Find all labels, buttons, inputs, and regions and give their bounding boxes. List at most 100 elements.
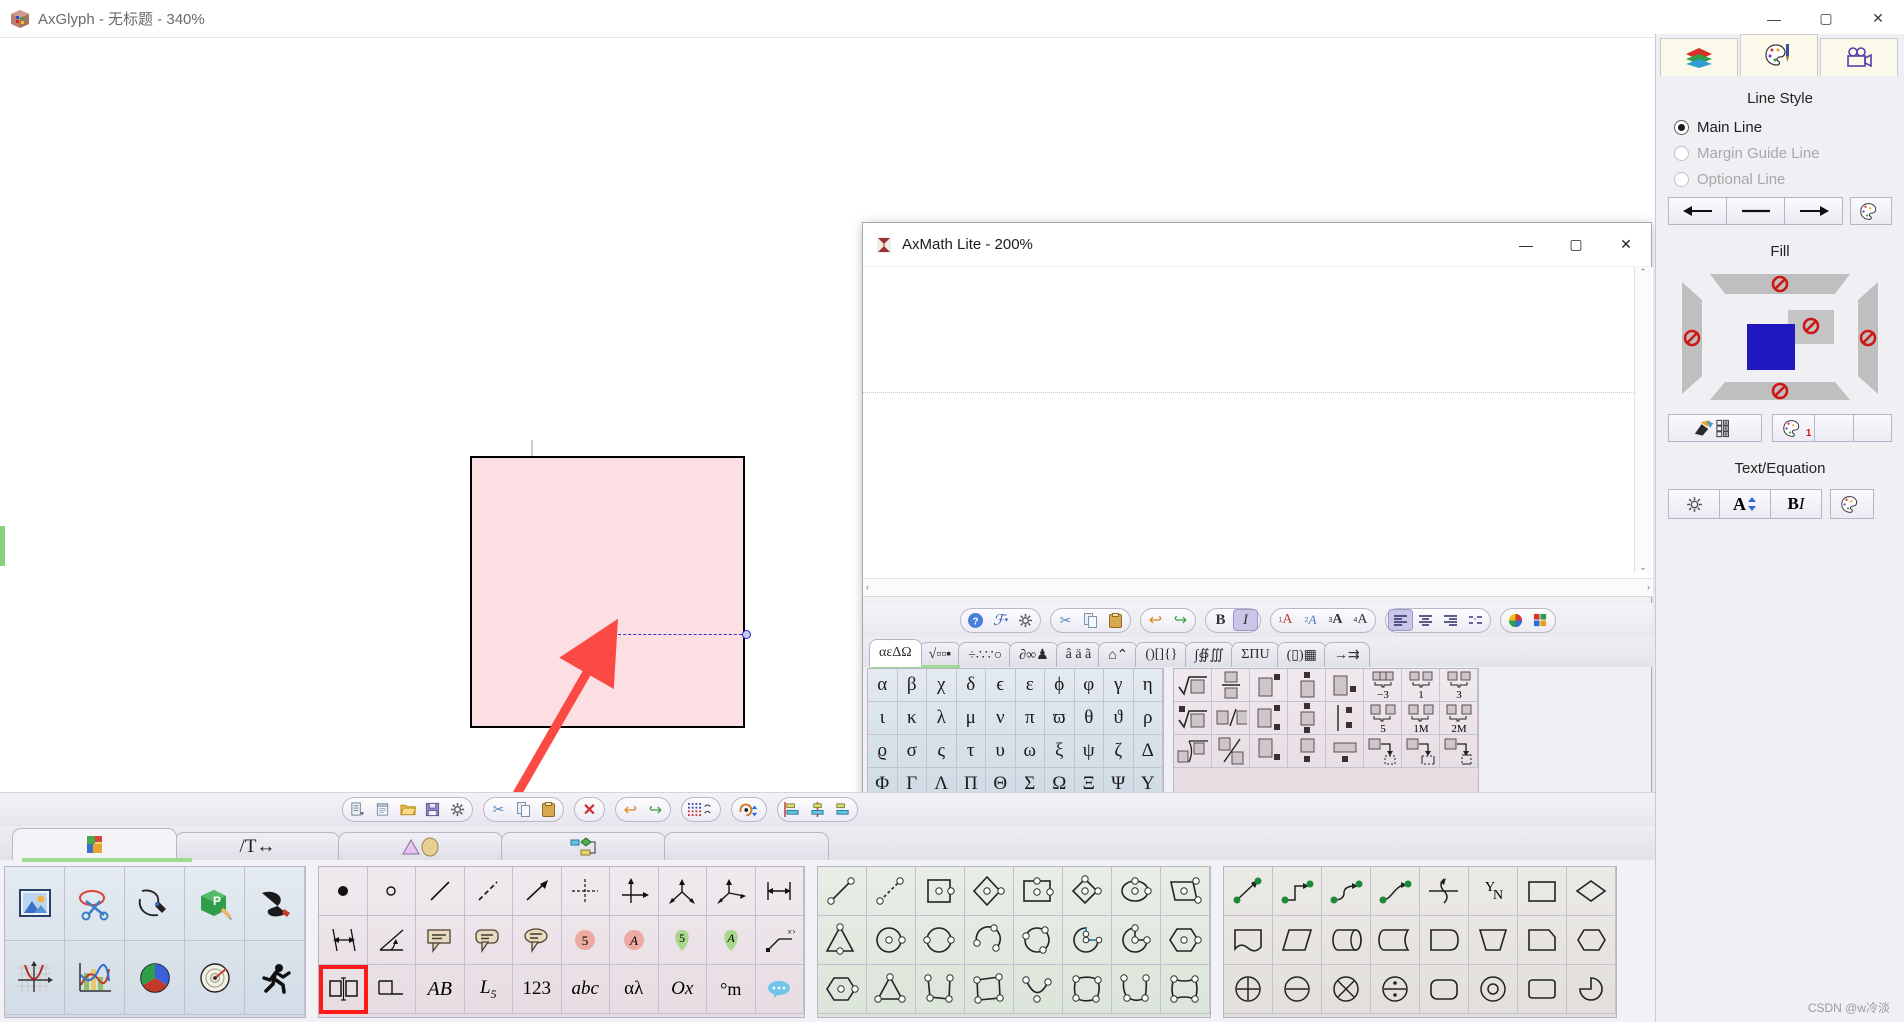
triangle-nodes-icon[interactable] (818, 916, 867, 965)
dashed-line-nodes-icon[interactable] (867, 867, 916, 916)
tab-brackets[interactable]: ()[]{} (1135, 642, 1188, 667)
fill-pattern-button[interactable] (1668, 414, 1763, 442)
copy-icon[interactable] (511, 799, 536, 821)
text-settings-button[interactable] (1668, 489, 1720, 519)
copy-icon[interactable] (1078, 609, 1103, 631)
fill-color-button[interactable]: 1 (1772, 414, 1816, 442)
op-divide-icon[interactable] (1371, 965, 1420, 1014)
template-cell-sup-sub[interactable] (1250, 702, 1288, 735)
greek-cell[interactable]: δ (956, 669, 986, 702)
undo-icon[interactable]: ↩ (1143, 609, 1168, 631)
op-plus-icon[interactable] (1224, 965, 1273, 1014)
undo-icon[interactable]: ↩ (618, 799, 643, 821)
callout-cloud-icon[interactable] (513, 916, 562, 965)
axmath-horizontal-scrollbar[interactable]: ‹ › (863, 578, 1653, 595)
curved-quad-icon[interactable] (1063, 965, 1112, 1014)
help-icon[interactable]: ? (963, 609, 988, 631)
fill-extra-2-button[interactable] (1852, 414, 1892, 442)
axmath-lite-window[interactable]: AxMath Lite - 200% — ▢ ✕ ⌃ ⌄ ‹ › ? ℱ ▾ ✂… (862, 222, 1653, 850)
scroll-right-arrow[interactable]: › (1647, 582, 1650, 592)
axmath-close-button[interactable]: ✕ (1601, 223, 1651, 267)
template-cell-fraction[interactable] (1212, 669, 1250, 702)
connector-curve-icon[interactable] (1371, 867, 1420, 916)
junction-icon[interactable] (1420, 867, 1469, 916)
coordinate-icon[interactable]: Ox (658, 965, 707, 1014)
angle-icon[interactable] (367, 916, 416, 965)
ellipse-nodes-icon[interactable] (1112, 867, 1161, 916)
flow-connector-icon[interactable] (1469, 965, 1518, 1014)
template-cell-sub-right[interactable] (1326, 669, 1364, 702)
greek-icon[interactable]: αλ (610, 965, 659, 1014)
close-button[interactable]: ✕ (1852, 0, 1904, 38)
delete-icon[interactable]: ✕ (577, 799, 602, 821)
flow-delay-icon[interactable] (1420, 916, 1469, 965)
template-cell-multi-sub-3[interactable]: 3 (1440, 669, 1478, 702)
radio-margin-guide-line-indicator[interactable] (1674, 146, 1689, 161)
template-cell-superscript[interactable] (1250, 669, 1288, 702)
stick-figure-icon[interactable] (245, 941, 305, 1015)
bold-italic-button[interactable]: BI (1770, 489, 1822, 519)
flow-manual-op-icon[interactable] (1469, 916, 1518, 965)
hexagon-nodes-icon[interactable] (1161, 916, 1210, 965)
op-times-icon[interactable] (1322, 965, 1371, 1014)
tab-flowchart[interactable] (501, 832, 666, 860)
fill-preview[interactable] (1680, 272, 1880, 402)
maximize-button[interactable]: ▢ (1800, 0, 1852, 38)
speech-bubble-icon[interactable] (755, 965, 804, 1014)
greek-cell[interactable]: γ (1104, 669, 1134, 702)
circle-center-icon[interactable] (867, 916, 916, 965)
badge-circle-number-icon[interactable]: 5 (561, 916, 610, 965)
label-l5-icon[interactable]: L5 (464, 965, 513, 1014)
greek-cell[interactable]: ι (868, 702, 898, 735)
circle-3node-icon[interactable] (1014, 916, 1063, 965)
greek-cell[interactable]: ϕ (1045, 669, 1075, 702)
tab-roots[interactable]: √▫▫▪ (918, 642, 962, 667)
text-ab-icon[interactable]: AB (416, 965, 465, 1014)
greek-cell[interactable]: π (1015, 702, 1045, 735)
text-box-icon[interactable] (319, 965, 368, 1014)
rhombus-nodes-icon[interactable] (1063, 867, 1112, 916)
grid-snap-icon[interactable] (684, 799, 718, 821)
greek-cell[interactable]: α (868, 669, 898, 702)
greek-cell[interactable]: ω (1015, 735, 1045, 768)
template-cell-under-box[interactable] (1288, 735, 1326, 768)
tab-shapes[interactable] (338, 832, 503, 860)
line-nodes-icon[interactable] (818, 867, 867, 916)
redo-icon[interactable]: ↪ (643, 799, 668, 821)
color-grid-icon[interactable] (1528, 609, 1553, 631)
greek-cell[interactable]: Δ (1133, 735, 1163, 768)
greek-cell[interactable]: ψ (1074, 735, 1104, 768)
3d-cube-edit-icon[interactable]: P (185, 867, 245, 941)
template-cell-long-division[interactable] (1174, 735, 1212, 768)
bold-button[interactable]: B (1208, 609, 1233, 631)
greek-cell[interactable]: η (1133, 669, 1163, 702)
callout-rect-icon[interactable] (416, 916, 465, 965)
point-hollow-icon[interactable] (367, 867, 416, 916)
size-2-icon[interactable]: 2A (1298, 609, 1323, 631)
flow-terminator-icon[interactable] (1420, 965, 1469, 1014)
polyline-4node-icon[interactable] (916, 965, 965, 1014)
axmath-vertical-scrollbar[interactable]: ⌃ ⌄ (1634, 267, 1651, 573)
italic-button[interactable]: I (1233, 609, 1258, 631)
minimize-button[interactable]: — (1748, 0, 1800, 38)
step-line-icon[interactable] (367, 965, 416, 1014)
axes-2d-icon[interactable] (610, 867, 659, 916)
tab-layers[interactable] (1660, 38, 1738, 76)
tab-calculus[interactable]: ∂∞♟ (1009, 642, 1059, 667)
pacman-sector-icon[interactable] (1112, 916, 1161, 965)
arc-open-icon[interactable] (965, 916, 1014, 965)
greek-cell[interactable]: ϱ (868, 735, 898, 768)
template-cell-arrow-dotted-2[interactable] (1402, 735, 1440, 768)
axes-3d-a-icon[interactable] (658, 867, 707, 916)
pin-letter-icon[interactable]: A (707, 916, 756, 965)
radar-gauge-icon[interactable] (185, 941, 245, 1015)
cut-icon[interactable]: ✂ (486, 799, 511, 821)
chart-icon[interactable] (65, 941, 125, 1015)
greek-cell[interactable]: λ (927, 702, 957, 735)
pin-number-icon[interactable]: 5 (658, 916, 707, 965)
align-left-icon[interactable] (1388, 609, 1413, 631)
text-color-button[interactable] (1830, 489, 1874, 519)
align-left-icon[interactable] (780, 799, 805, 821)
curved-polyline-icon[interactable] (1112, 965, 1161, 1014)
pie-sector-icon[interactable] (1063, 916, 1112, 965)
